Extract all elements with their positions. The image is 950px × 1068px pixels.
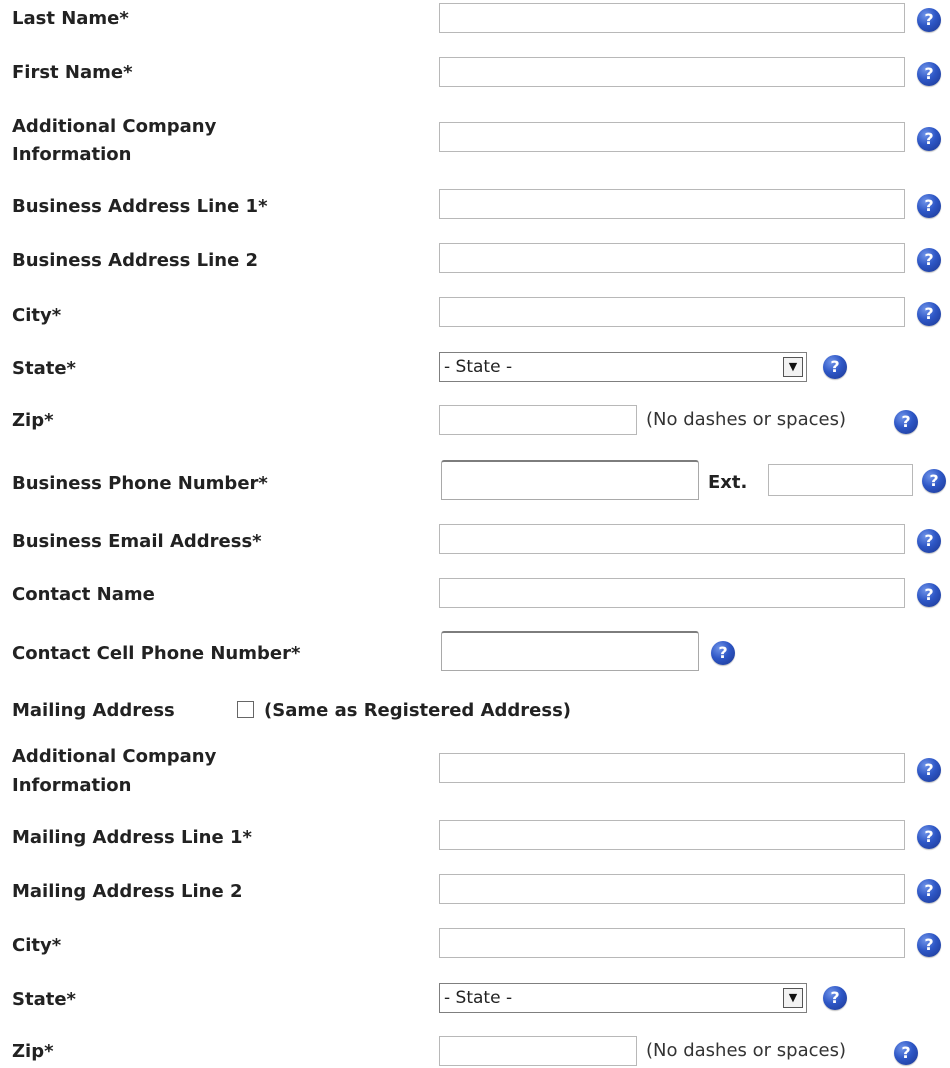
business-address-line1-help-icon[interactable]: ? [917,194,941,218]
contact-name-label: Contact Name [12,584,155,605]
business-city-label: City* [12,305,62,326]
business-zip-label: Zip* [12,410,54,431]
contact-cell-input[interactable] [441,631,699,671]
business-phone-label: Business Phone Number* [12,473,268,494]
business-state-help-icon[interactable]: ? [823,355,847,379]
business-state-selected-value: - State - [444,357,513,377]
business-address-line2-help-icon[interactable]: ? [917,248,941,272]
mailing-additional-info-label-line2: Information [12,775,132,796]
mailing-zip-note: (No dashes or spaces) [646,1040,846,1061]
business-phone-input[interactable] [441,460,699,500]
business-phone-ext-input[interactable] [768,464,913,496]
mailing-address-line1-label: Mailing Address Line 1* [12,827,252,848]
mailing-zip-help-icon[interactable]: ? [894,1041,918,1065]
mailing-state-selected-value: - State - [444,988,513,1008]
mailing-address-line1-help-icon[interactable]: ? [917,825,941,849]
mailing-state-select[interactable]: - State - ▼ [439,983,807,1013]
mailing-zip-label: Zip* [12,1041,54,1062]
business-address-line2-label: Business Address Line 2 [12,250,259,271]
last-name-help-icon[interactable]: ? [917,8,941,32]
mailing-address-line2-input[interactable] [439,874,905,904]
additional-info-label-line2: Information [12,144,132,165]
contact-name-help-icon[interactable]: ? [917,583,941,607]
ext-label: Ext. [708,472,748,493]
last-name-label: Last Name* [12,8,129,29]
business-address-line1-label: Business Address Line 1* [12,196,268,217]
first-name-help-icon[interactable]: ? [917,62,941,86]
contact-cell-help-icon[interactable]: ? [711,641,735,665]
mailing-additional-info-help-icon[interactable]: ? [917,758,941,782]
chevron-down-icon[interactable]: ▼ [783,988,803,1008]
additional-info-input[interactable] [439,122,905,152]
mailing-address-line2-label: Mailing Address Line 2 [12,881,243,902]
mailing-city-help-icon[interactable]: ? [917,933,941,957]
last-name-input[interactable] [439,3,905,33]
business-email-label: Business Email Address* [12,531,262,552]
mailing-city-label: City* [12,935,62,956]
mailing-address-label: Mailing Address [12,700,175,721]
additional-info-label-line1: Additional Company [12,116,217,137]
same-as-registered-checkbox[interactable] [237,701,254,718]
mailing-state-help-icon[interactable]: ? [823,986,847,1010]
business-zip-help-icon[interactable]: ? [894,410,918,434]
contact-name-input[interactable] [439,578,905,608]
mailing-state-label: State* [12,989,76,1010]
business-address-line2-input[interactable] [439,243,905,273]
business-phone-help-icon[interactable]: ? [922,469,946,493]
business-zip-input[interactable] [439,405,637,435]
business-email-input[interactable] [439,524,905,554]
mailing-additional-info-label-line1: Additional Company [12,746,217,767]
same-as-registered-label: (Same as Registered Address) [264,700,572,721]
business-state-label: State* [12,358,76,379]
first-name-input[interactable] [439,57,905,87]
chevron-down-icon[interactable]: ▼ [783,357,803,377]
contact-cell-label: Contact Cell Phone Number* [12,643,301,664]
mailing-additional-info-input[interactable] [439,753,905,783]
mailing-city-input[interactable] [439,928,905,958]
business-address-line1-input[interactable] [439,189,905,219]
business-email-help-icon[interactable]: ? [917,529,941,553]
business-state-select[interactable]: - State - ▼ [439,352,807,382]
first-name-label: First Name* [12,62,133,83]
mailing-zip-input[interactable] [439,1036,637,1066]
mailing-address-line1-input[interactable] [439,820,905,850]
business-zip-note: (No dashes or spaces) [646,409,846,430]
mailing-address-line2-help-icon[interactable]: ? [917,879,941,903]
business-city-help-icon[interactable]: ? [917,302,941,326]
business-city-input[interactable] [439,297,905,327]
additional-info-help-icon[interactable]: ? [917,127,941,151]
